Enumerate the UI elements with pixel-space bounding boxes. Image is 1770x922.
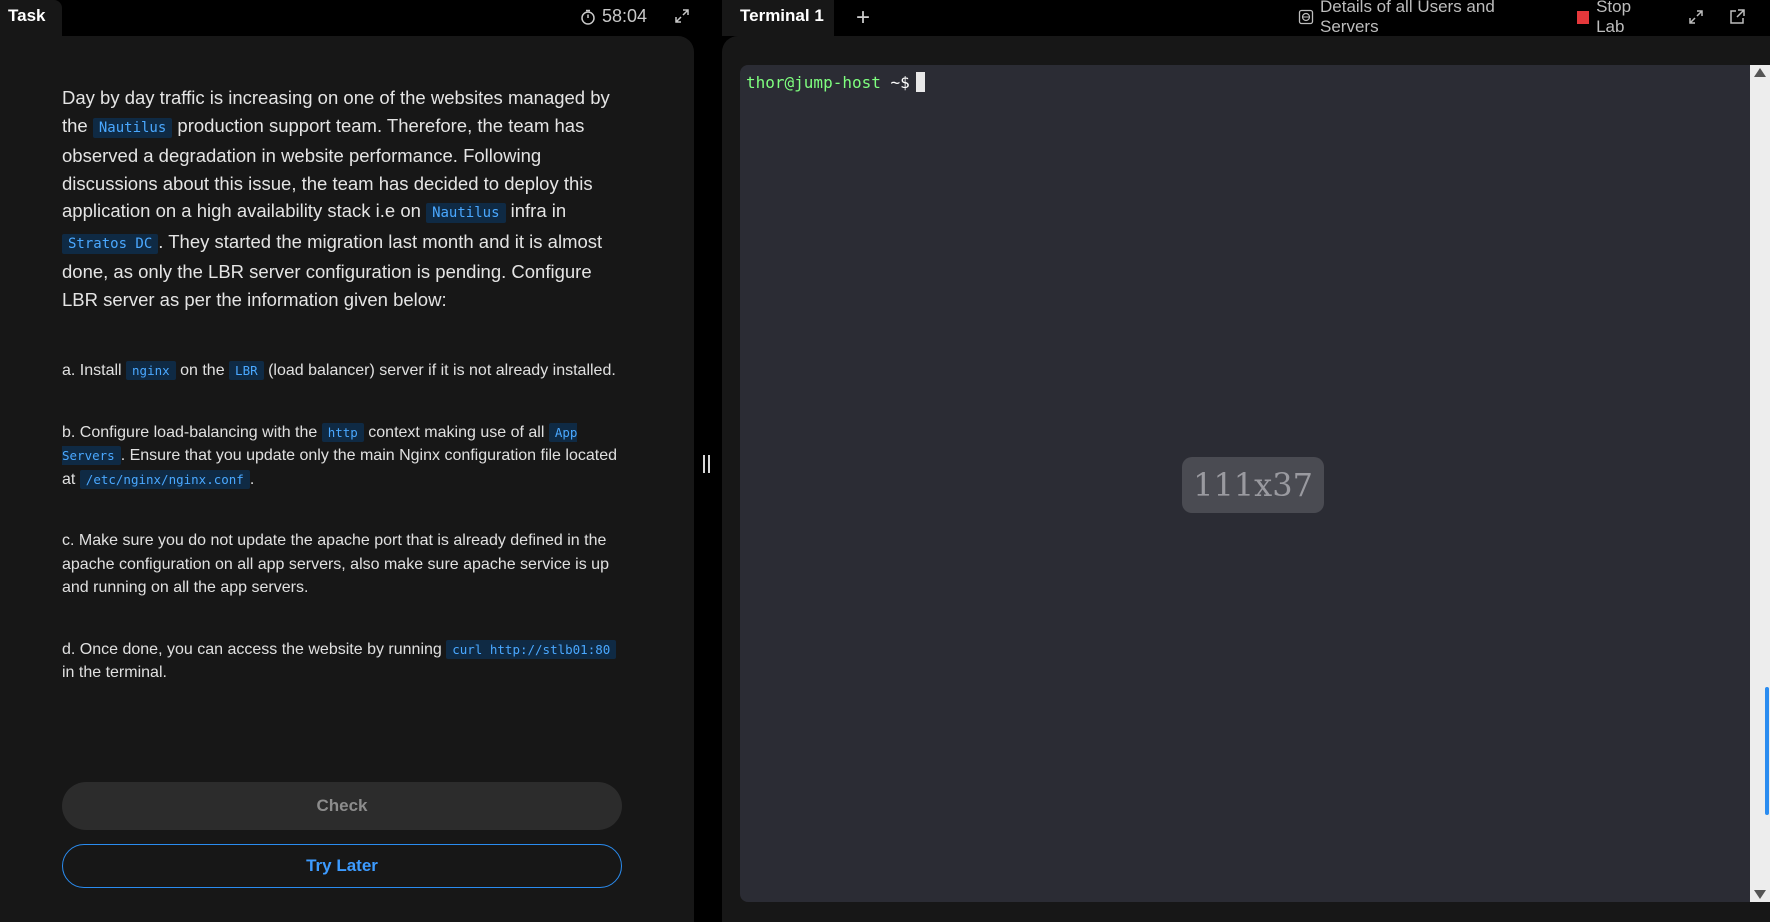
stop-icon [1576,10,1590,24]
terminal-toolbar: Details of all Users and Servers Stop La… [1298,0,1770,36]
task-description: Day by day traffic is increasing on one … [62,84,622,723]
inline-code: http [321,422,364,442]
task-step: b. Configure load-balancing with the htt… [62,422,617,489]
terminal-screen[interactable]: thor@jump-host ~$ 111x37 [740,65,1750,902]
prompt-user-host: thor@jump-host [746,73,881,92]
inline-code: Stratos DC [62,233,159,254]
stopwatch-icon [580,9,596,25]
task-step: c. Make sure you do not update the apach… [62,532,609,596]
inline-code: curl http://stlb01:80 [446,639,617,659]
inline-code: Nautilus [426,203,506,223]
scrollbar-thumb[interactable] [1765,687,1769,815]
task-intro: Day by day traffic is increasing on one … [62,87,610,310]
expand-icon[interactable] [674,8,690,29]
pane-resize-handle[interactable] [703,455,712,473]
terminal-scrollbar[interactable] [1750,65,1770,902]
task-panel: Day by day traffic is increasing on one … [0,36,694,922]
timer-value: 58:04 [602,6,648,26]
inline-code: LBR [229,361,264,380]
terminal-size-overlay: 111x37 [1182,457,1324,513]
open-external-icon[interactable] [1728,8,1746,26]
tab-task[interactable]: Task [0,0,62,38]
inline-code: nginx [126,361,176,380]
try-later-button[interactable]: Try Later [62,844,622,888]
stop-lab-label: Stop Lab [1596,0,1632,36]
details-users-servers-link[interactable]: Details of all Users and Servers [1298,0,1551,37]
stop-lab-button[interactable]: Stop Lab [1576,0,1663,37]
terminal-cursor [915,72,925,92]
details-label: Details of all Users and Servers [1320,0,1495,36]
expand-icon[interactable] [1688,9,1704,25]
timer: 58:04 [580,6,647,27]
prompt-symbol: ~$ [880,73,910,92]
server-details-icon [1298,9,1314,25]
task-steps: a. Install nginx on the LBR (load balanc… [62,359,622,685]
task-step: a. Install nginx on the LBR (load balanc… [62,361,616,380]
tab-terminal-1[interactable]: Terminal 1 [722,0,834,36]
scroll-down-arrow-icon[interactable] [1754,890,1766,899]
inline-code: App Servers [62,422,578,465]
inline-code: Nautilus [92,117,173,138]
inline-code: /etc/nginx/nginx.conf [79,469,250,489]
scroll-up-arrow-icon[interactable] [1754,68,1766,77]
add-tab-button[interactable]: + [856,6,870,30]
task-step: d. Once done, you can access the website… [62,638,622,685]
terminal-prompt: thor@jump-host ~$ [746,72,925,92]
check-button[interactable]: Check [62,782,622,830]
